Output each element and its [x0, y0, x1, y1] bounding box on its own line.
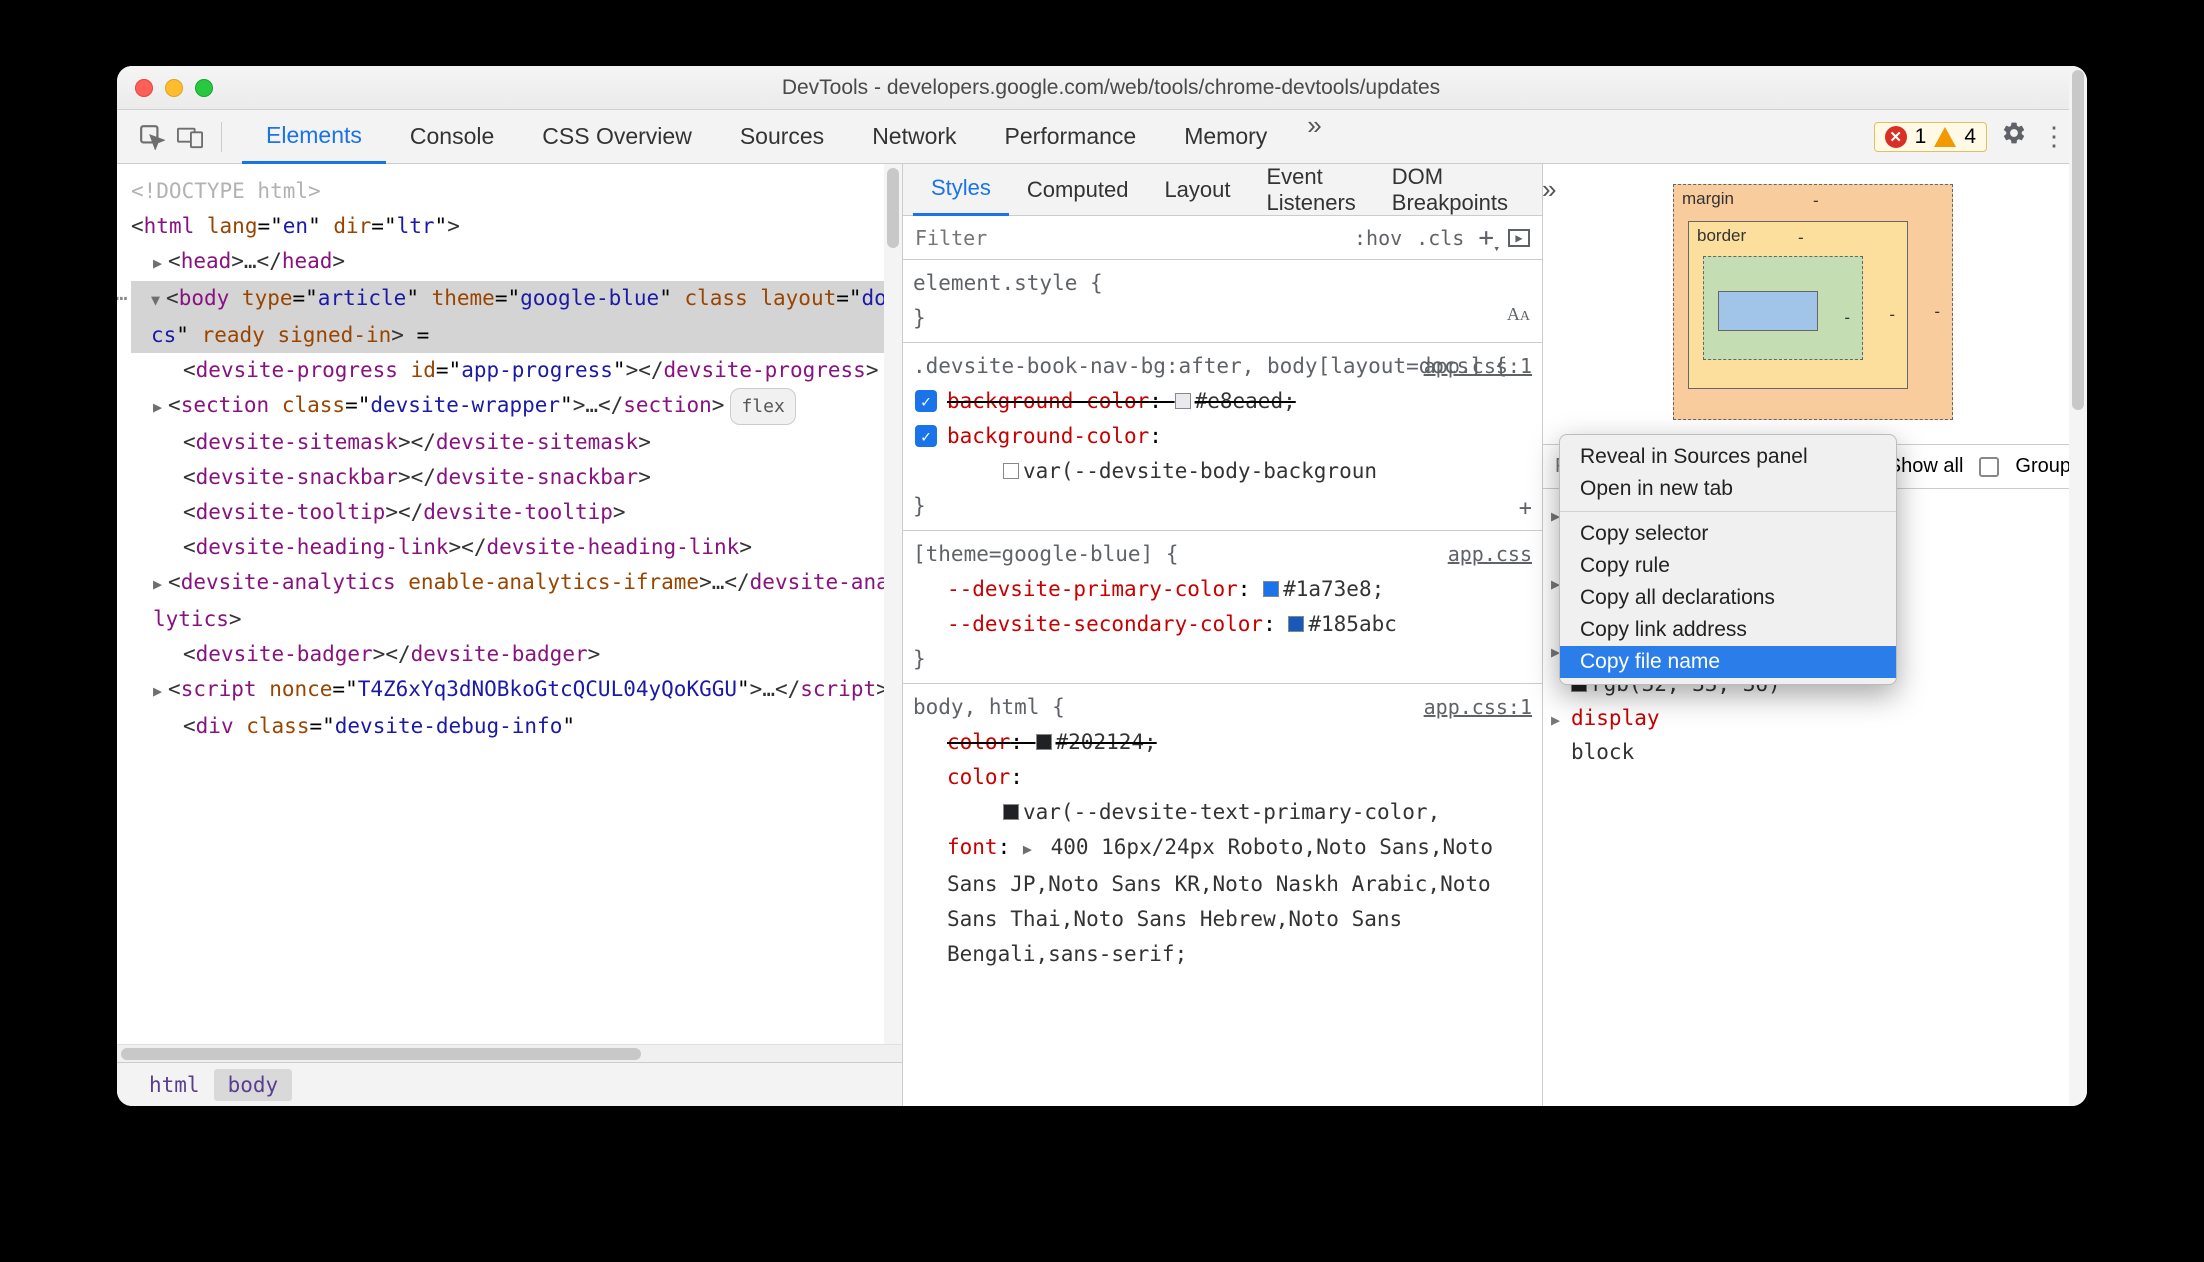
- bm-border-label: border: [1697, 226, 1746, 246]
- rule-theme[interactable]: app.css [theme=google-blue] { --devsite-…: [903, 531, 1542, 684]
- showall-label: Show all: [1888, 455, 1964, 478]
- rule-book-nav[interactable]: app.css:1 .devsite-book-nav-bg:after, bo…: [903, 343, 1542, 531]
- dom-badger[interactable]: <devsite-badger></devsite-badger>: [131, 637, 902, 672]
- ctx-open-newtab[interactable]: Open in new tab: [1560, 473, 1896, 505]
- ctx-reveal-sources[interactable]: Reveal in Sources panel: [1560, 441, 1896, 473]
- tabs-overflow-icon[interactable]: »: [1291, 110, 1337, 164]
- breadcrumb: html body: [117, 1062, 902, 1106]
- source-link[interactable]: app.css: [1448, 537, 1532, 572]
- titlebar: DevTools - developers.google.com/web/too…: [117, 66, 2087, 110]
- prop-checkbox-icon[interactable]: ✓: [915, 425, 937, 447]
- dom-html-open[interactable]: <html lang="en" dir="ltr">: [131, 209, 902, 244]
- traffic-lights: [135, 79, 213, 97]
- computed-toggle-icon[interactable]: ▶: [1508, 229, 1530, 247]
- minimize-window-button[interactable]: [165, 79, 183, 97]
- ctx-copy-rule[interactable]: Copy rule: [1560, 550, 1896, 582]
- error-icon: ✕: [1885, 126, 1907, 148]
- dom-h-scrollbar[interactable]: [117, 1044, 902, 1062]
- prop-checkbox-icon[interactable]: ✓: [915, 390, 937, 412]
- dom-scrollbar[interactable]: [884, 164, 902, 1044]
- warning-icon: [1934, 127, 1956, 147]
- tab-sources[interactable]: Sources: [716, 110, 848, 164]
- tab-dom-breakpoints[interactable]: DOM Breakpoints: [1374, 164, 1526, 216]
- zoom-window-button[interactable]: [195, 79, 213, 97]
- group-label: Group: [2015, 455, 2071, 478]
- close-window-button[interactable]: [135, 79, 153, 97]
- comp-display[interactable]: ▶display: [1543, 701, 2083, 735]
- prop-bg-color[interactable]: ✓background-color:: [913, 419, 1532, 454]
- computed-scrollbar[interactable]: [2069, 164, 2083, 1106]
- styles-filter-bar: :hov .cls +▾ ▶: [903, 216, 1542, 260]
- tab-elements[interactable]: Elements: [242, 110, 386, 164]
- add-prop-icon[interactable]: +: [1519, 491, 1532, 526]
- tab-css-overview[interactable]: CSS Overview: [518, 110, 716, 164]
- devtools-window: DevTools - developers.google.com/web/too…: [117, 66, 2087, 1106]
- dom-body-selected[interactable]: ⋯▼<body type="article" theme="google-blu…: [131, 281, 902, 353]
- hov-toggle[interactable]: :hov: [1354, 226, 1402, 250]
- box-model[interactable]: margin - - border - - -: [1543, 164, 2083, 445]
- issues-badge[interactable]: ✕ 1 4: [1874, 122, 1987, 152]
- ctx-copy-selector[interactable]: Copy selector: [1560, 518, 1896, 550]
- context-menu: Reveal in Sources panel Open in new tab …: [1559, 434, 1897, 685]
- styles-tabs: Styles Computed Layout Event Listeners D…: [903, 164, 1542, 216]
- flex-badge[interactable]: flex: [730, 388, 795, 425]
- tab-performance[interactable]: Performance: [981, 110, 1161, 164]
- source-link[interactable]: app.css:1: [1424, 690, 1532, 725]
- tab-layout[interactable]: Layout: [1146, 164, 1248, 216]
- dom-div[interactable]: <div class="devsite-debug-info": [131, 709, 902, 744]
- ctx-separator: [1560, 511, 1896, 512]
- inspect-element-icon[interactable]: [137, 122, 167, 152]
- cls-toggle[interactable]: .cls: [1416, 226, 1464, 250]
- tab-network[interactable]: Network: [848, 110, 980, 164]
- dom-analytics[interactable]: ▶<devsite-analytics enable-analytics-ifr…: [131, 565, 902, 637]
- prop-bg-color-struck[interactable]: ✓background-color: #e8eaed;: [913, 384, 1532, 419]
- bm-margin-label: margin: [1682, 189, 1734, 209]
- ctx-copy-declarations[interactable]: Copy all declarations: [1560, 582, 1896, 614]
- device-toggle-icon[interactable]: [175, 122, 205, 152]
- dom-sitemask[interactable]: <devsite-sitemask></devsite-sitemask>: [131, 425, 902, 460]
- dom-tree[interactable]: <!DOCTYPE html> <html lang="en" dir="ltr…: [117, 164, 902, 1044]
- group-checkbox[interactable]: [1979, 457, 1999, 477]
- ctx-copy-filename[interactable]: Copy file name: [1560, 646, 1896, 678]
- warning-count: 4: [1964, 125, 1976, 149]
- tab-console[interactable]: Console: [386, 110, 518, 164]
- ctx-copy-link[interactable]: Copy link address: [1560, 614, 1896, 646]
- tab-computed[interactable]: Computed: [1009, 164, 1147, 216]
- error-count: 1: [1915, 125, 1927, 149]
- dom-script[interactable]: ▶<script nonce="T4Z6xYq3dNOBkoGtcQCUL04y…: [131, 672, 902, 709]
- window-title: DevTools - developers.google.com/web/too…: [213, 76, 2009, 100]
- new-rule-icon[interactable]: +▾: [1478, 223, 1494, 253]
- crumb-body[interactable]: body: [214, 1069, 293, 1101]
- dom-progress[interactable]: <devsite-progress id="app-progress"></de…: [131, 353, 902, 388]
- dom-doctype[interactable]: <!DOCTYPE html>: [131, 174, 902, 209]
- rule-element-style[interactable]: element.style { } AA: [903, 260, 1542, 343]
- elements-panel: <!DOCTYPE html> <html lang="en" dir="ltr…: [117, 164, 903, 1106]
- styles-panel: Styles Computed Layout Event Listeners D…: [903, 164, 1543, 1106]
- dom-heading-link[interactable]: <devsite-heading-link></devsite-heading-…: [131, 530, 902, 565]
- dom-tooltip[interactable]: <devsite-tooltip></devsite-tooltip>: [131, 495, 902, 530]
- rule-body-html[interactable]: app.css:1 body, html { color: #202124; c…: [903, 684, 1542, 978]
- more-menu-icon[interactable]: ⋮: [2041, 121, 2067, 152]
- crumb-html[interactable]: html: [135, 1069, 214, 1101]
- style-rules[interactable]: element.style { } AA app.css:1 .devsite-…: [903, 260, 1542, 1106]
- tab-styles[interactable]: Styles: [913, 164, 1009, 216]
- tab-event-listeners[interactable]: Event Listeners: [1249, 164, 1374, 216]
- dom-snackbar[interactable]: <devsite-snackbar></devsite-snackbar>: [131, 460, 902, 495]
- panel-tabs: Elements Console CSS Overview Sources Ne…: [242, 110, 1862, 164]
- font-editor-icon[interactable]: AA: [1507, 297, 1530, 334]
- source-link[interactable]: app.css:1: [1424, 349, 1532, 384]
- settings-gear-icon[interactable]: [2001, 120, 2027, 153]
- styles-filter-input[interactable]: [915, 226, 1354, 250]
- main-toolbar: Elements Console CSS Overview Sources Ne…: [117, 110, 2087, 164]
- prop-secondary-color[interactable]: --devsite-secondary-color: #185abc: [913, 607, 1532, 642]
- prop-color-struck[interactable]: color: #202124;: [913, 725, 1532, 760]
- prop-font[interactable]: font: ▶ 400 16px/24px Roboto,Noto Sans,N…: [913, 830, 1532, 972]
- tab-memory[interactable]: Memory: [1160, 110, 1291, 164]
- dom-head[interactable]: ▶<head>…</head>: [131, 244, 902, 281]
- prop-color[interactable]: color:: [913, 760, 1532, 795]
- prop-primary-color[interactable]: --devsite-primary-color: #1a73e8;: [913, 572, 1532, 607]
- dom-section[interactable]: ▶<section class="devsite-wrapper">…</sec…: [131, 388, 902, 425]
